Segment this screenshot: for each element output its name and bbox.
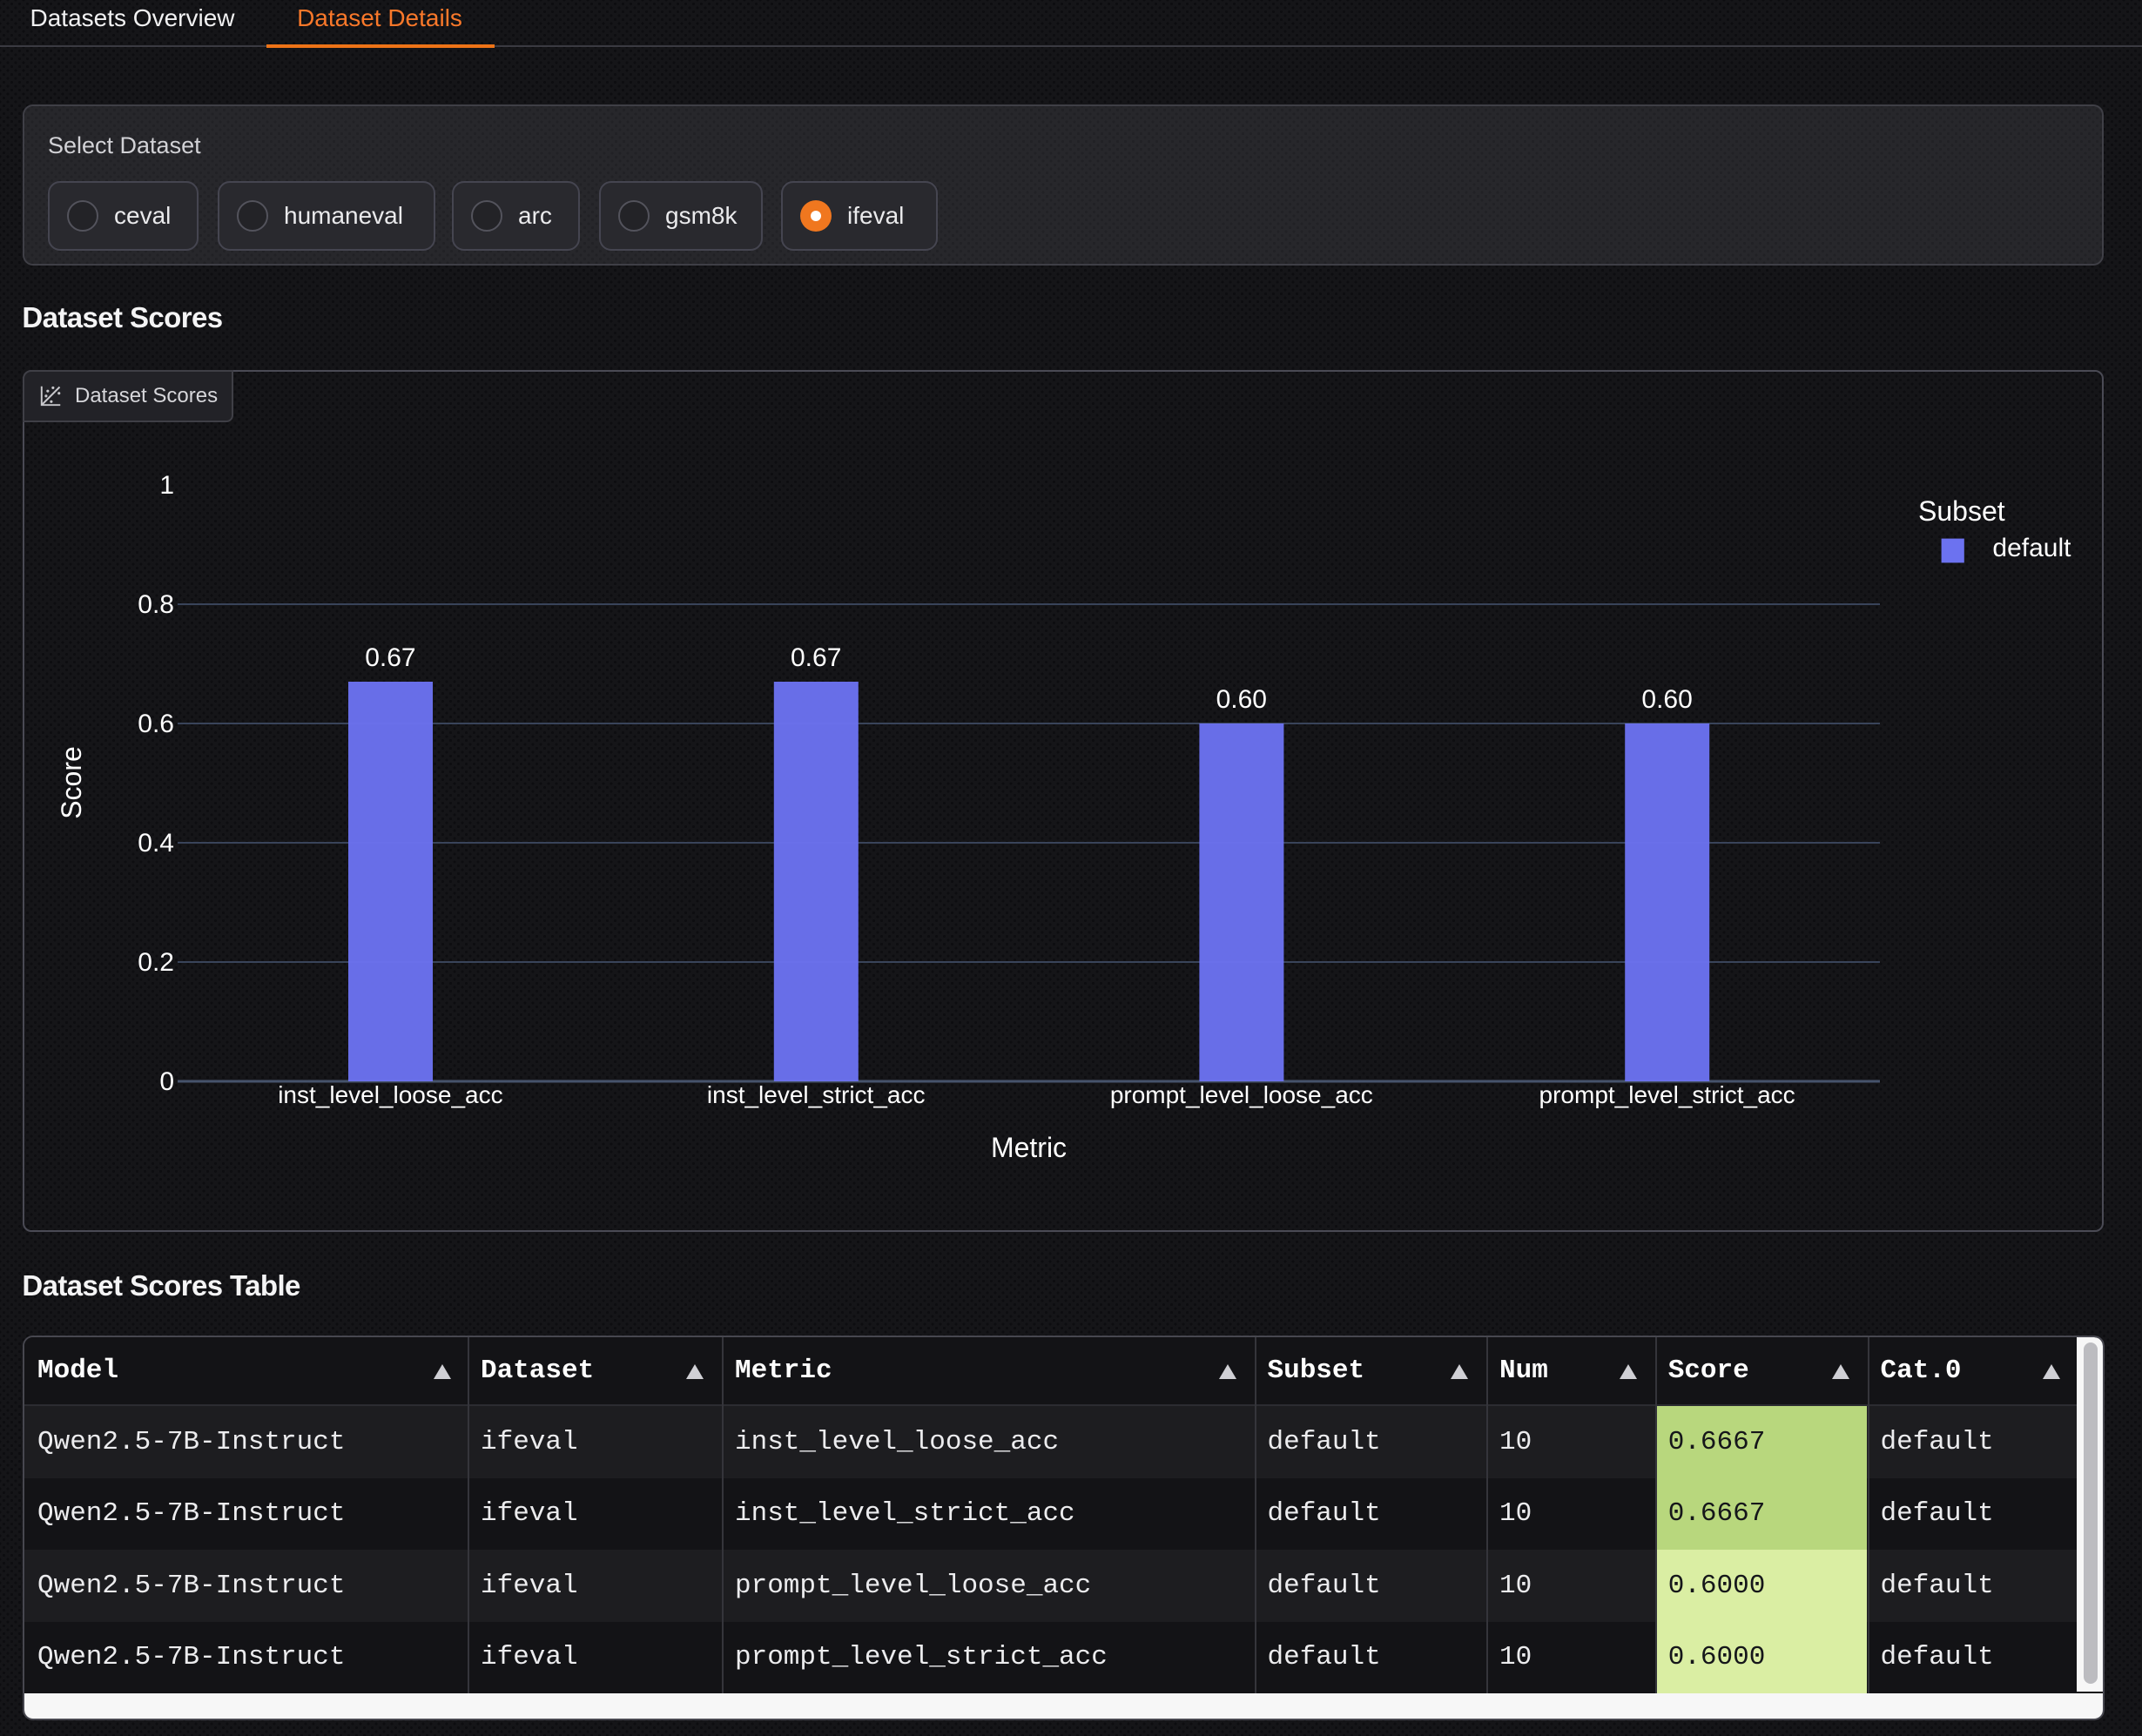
svg-text:0.67: 0.67: [365, 643, 415, 672]
svg-text:0.2: 0.2: [138, 948, 174, 977]
svg-text:inst_level_strict_acc: inst_level_strict_acc: [707, 1081, 926, 1108]
svg-text:0.67: 0.67: [791, 643, 841, 672]
svg-text:Score: Score: [56, 746, 87, 819]
svg-text:1: 1: [159, 471, 174, 500]
svg-text:0.8: 0.8: [138, 590, 174, 619]
svg-text:Metric: Metric: [991, 1132, 1067, 1163]
svg-text:Subset: Subset: [1918, 495, 2005, 527]
svg-text:0.6: 0.6: [138, 710, 174, 738]
svg-text:default: default: [1992, 534, 2071, 562]
svg-text:0.60: 0.60: [1641, 685, 1692, 714]
svg-text:prompt_level_loose_acc: prompt_level_loose_acc: [1110, 1081, 1373, 1108]
svg-text:0.60: 0.60: [1216, 685, 1267, 714]
svg-text:prompt_level_strict_acc: prompt_level_strict_acc: [1539, 1081, 1795, 1108]
svg-text:0.4: 0.4: [138, 829, 174, 858]
svg-text:inst_level_loose_acc: inst_level_loose_acc: [278, 1081, 502, 1108]
svg-text:0: 0: [159, 1067, 174, 1096]
